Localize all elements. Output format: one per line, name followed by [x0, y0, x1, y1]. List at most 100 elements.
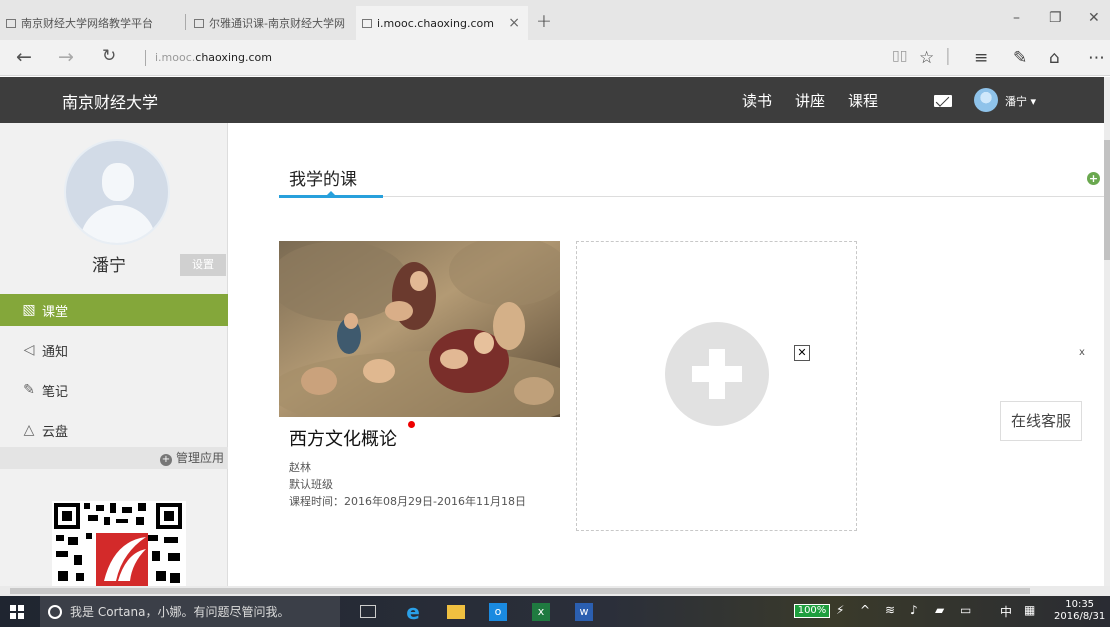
taskbar: 我是 Cortana，小娜。有问题尽管问我。 e o x w 100% ⚡ ^ … [0, 596, 1110, 627]
windows-start-icon[interactable] [10, 605, 24, 619]
add-course-card[interactable] [576, 241, 857, 531]
tab-page-icon [362, 18, 372, 28]
site-header: 南京财经大学 读书 讲座 课程 潘宁 ▾ [0, 77, 1104, 123]
tab-divider [185, 14, 186, 30]
mail-icon[interactable] [934, 95, 952, 107]
course-cover-image[interactable] [279, 241, 560, 417]
vertical-scroll-thumb[interactable] [1104, 140, 1110, 260]
sidebar-item-label: 通知 [42, 344, 69, 360]
tab-label: i.mooc.chaoxing.com [377, 16, 494, 30]
user-avatar[interactable] [974, 88, 998, 112]
tray-expand-icon[interactable]: ^ [860, 603, 870, 617]
ime-indicator[interactable]: 中 [1000, 603, 1012, 620]
url-field[interactable]: i.mooc.chaoxing.com [155, 51, 272, 64]
manage-apps-button[interactable]: + 管理应用 [0, 447, 228, 469]
file-explorer-icon[interactable] [447, 605, 465, 619]
nav-course[interactable]: 课程 [848, 90, 878, 111]
site-name[interactable]: 南京财经大学 [62, 89, 158, 113]
outlook-icon[interactable]: o [489, 603, 507, 621]
excel-icon[interactable]: x [532, 603, 550, 621]
new-tab-button[interactable]: + [536, 10, 552, 32]
horizontal-scroll-thumb[interactable] [10, 588, 1030, 594]
back-icon[interactable]: ← [16, 46, 32, 68]
course-period: 课程时间：2016年08月29日-2016年11月18日 [289, 495, 526, 508]
avatar-body-shape [80, 205, 156, 243]
online-service-button[interactable]: 在线客服 [1000, 401, 1082, 441]
sidebar-item-notice[interactable]: ◁ 通知 [0, 334, 228, 366]
add-circle-icon: + [159, 454, 172, 466]
hub-icon[interactable]: ≡ [974, 48, 988, 68]
power-plug-icon[interactable]: ⚡ [836, 603, 844, 617]
url-divider [145, 50, 146, 66]
painting-graphic [279, 241, 560, 417]
share-icon[interactable]: ⌂ [1049, 48, 1060, 68]
wifi-icon[interactable]: ≋ [885, 603, 895, 617]
tab-chaoxing[interactable]: i.mooc.chaoxing.com × [356, 6, 528, 40]
broken-image-icon: ✕ [794, 345, 810, 361]
sidebar-item-label: 笔记 [42, 384, 69, 400]
task-view-icon[interactable] [360, 605, 376, 618]
qr-code-graphic [52, 501, 186, 586]
course-name[interactable]: 西方文化概论 [289, 425, 397, 451]
sidebar-item-label: 云盘 [42, 424, 69, 440]
profile-name: 潘宁 [92, 256, 126, 276]
settings-button[interactable]: 设置 [180, 254, 226, 276]
more-icon[interactable]: ⋯ [1088, 48, 1105, 68]
tab-label: 尔雅通识课-南京财经大学网 [209, 17, 345, 30]
tab-erya-course[interactable]: 尔雅通识课-南京财经大学网 [188, 6, 352, 40]
sidebar-item-cloud[interactable]: △ 云盘 [0, 414, 228, 446]
course-teacher: 赵林 [289, 461, 311, 474]
toolbar-divider: | [945, 46, 951, 66]
avatar-head-shape [102, 163, 134, 201]
sidebar-item-label: 课堂 [42, 304, 69, 320]
battery-indicator[interactable]: 100% [794, 604, 830, 618]
web-note-icon[interactable]: ✎ [1013, 48, 1027, 68]
add-course-icon[interactable]: + [1087, 172, 1100, 185]
tab-nufe-platform[interactable]: 南京财经大学网络教学平台 [0, 6, 184, 40]
restore-button[interactable]: ❐ [1049, 10, 1062, 26]
close-tab-icon[interactable]: × [508, 15, 520, 31]
clock-time: 10:35 [1065, 599, 1095, 610]
notice-icon: ◁ [23, 342, 35, 358]
sidebar: 潘宁 设置 ▧ 课堂 ◁ 通知 ✎ 笔记 △ 云盘 + 管理应用 [0, 123, 228, 586]
word-icon[interactable]: w [575, 603, 593, 621]
plus-bar-vertical [709, 349, 725, 399]
forward-icon[interactable]: → [58, 46, 74, 68]
add-plus-icon [665, 322, 769, 426]
nav-lecture[interactable]: 讲座 [795, 90, 825, 111]
minimize-button[interactable]: – [1013, 10, 1020, 26]
keyboard-icon[interactable]: ▭ [960, 603, 971, 617]
reading-view-icon[interactable]: ▯▯ [892, 48, 907, 64]
tab-label: 南京财经大学网络教学平台 [21, 17, 153, 30]
close-window-button[interactable]: ✕ [1088, 10, 1100, 26]
browser-tab-strip: 南京财经大学网络教学平台 尔雅通识课-南京财经大学网 i.mooc.chaoxi… [0, 0, 1110, 40]
manage-apps-label: 管理应用 [175, 451, 224, 465]
course-class: 默认班级 [289, 478, 333, 491]
title-divider [279, 196, 1104, 197]
cortana-icon [48, 604, 62, 619]
system-clock[interactable]: 10:35 2016/8/31 [1054, 599, 1105, 623]
edge-browser-icon[interactable]: e [404, 602, 422, 622]
sidebar-item-notes[interactable]: ✎ 笔记 [0, 374, 228, 406]
refresh-icon[interactable]: ↻ [102, 46, 116, 66]
sidebar-item-classroom[interactable]: ▧ 课堂 [0, 294, 228, 326]
clock-date: 2016/8/31 [1054, 611, 1106, 622]
close-button[interactable]: x [1072, 343, 1092, 363]
profile-avatar[interactable] [64, 139, 170, 245]
favorite-star-icon[interactable]: ☆ [919, 48, 934, 68]
cortana-search-box[interactable]: 我是 Cortana，小娜。有问题尽管问我。 [40, 596, 340, 627]
nav-read[interactable]: 读书 [742, 90, 772, 111]
page-title: 我学的课 [289, 170, 357, 190]
user-menu[interactable]: 潘宁 ▾ [1005, 93, 1036, 109]
course-card[interactable]: 西方文化概论 赵林 默认班级 课程时间：2016年08月29日-2016年11月… [279, 241, 560, 531]
title-caret [326, 191, 336, 196]
classroom-icon: ▧ [22, 302, 36, 318]
url-domain: chaoxing.com [195, 51, 272, 64]
note-icon: ✎ [23, 382, 35, 398]
ime-mode-icon[interactable]: ▦ [1024, 603, 1035, 617]
cloud-icon: △ [23, 422, 35, 438]
action-center-icon[interactable]: ▰ [935, 603, 944, 617]
qr-code [52, 501, 186, 586]
volume-icon[interactable]: ♪ [910, 603, 918, 617]
cortana-placeholder: 我是 Cortana，小娜。有问题尽管问我。 [70, 605, 290, 619]
